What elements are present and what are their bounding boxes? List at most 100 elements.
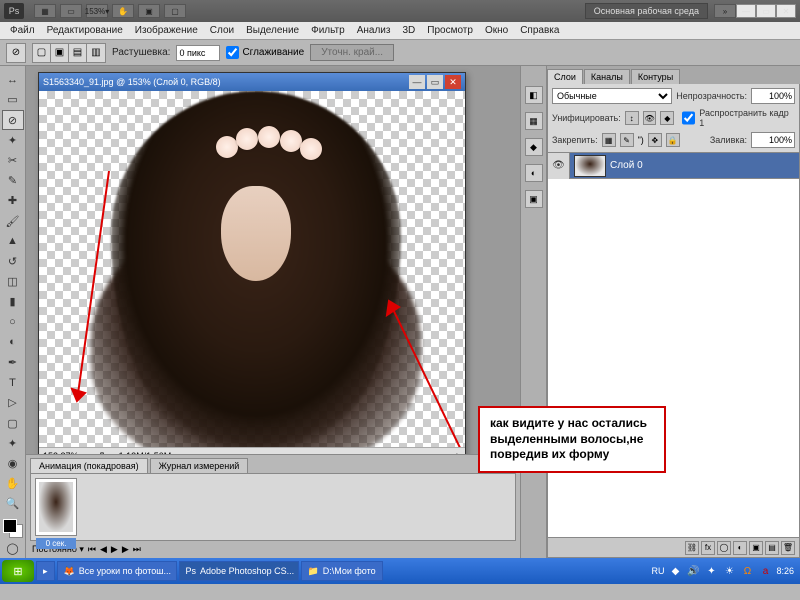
menu-edit[interactable]: Редактирование [41,23,129,38]
layer-group-icon[interactable]: ▣ [749,541,763,555]
brush-tool[interactable]: 🖌 [2,212,24,231]
maximize-button[interactable]: ▭ [756,4,776,18]
selection-intersect-icon[interactable]: ▥ [87,44,105,62]
tab-measurement-log[interactable]: Журнал измерений [150,458,249,473]
history-brush-tool[interactable]: ↺ [2,252,24,271]
tray-icon-3[interactable]: ✦ [704,564,718,578]
selection-subtract-icon[interactable]: ▤ [69,44,87,62]
rail-icon-styles[interactable]: ◆ [525,138,543,156]
close-button[interactable]: ✕ [776,4,796,18]
selection-add-icon[interactable]: ▣ [51,44,69,62]
new-layer-icon[interactable]: ▤ [765,541,779,555]
gradient-tool[interactable]: ▮ [2,292,24,311]
prev-frame-icon[interactable]: ◀ [100,544,107,555]
quickmask-toggle[interactable]: ◯ [2,539,24,558]
link-layers-icon[interactable]: ⛓ [685,541,699,555]
menu-file[interactable]: Файл [4,23,41,38]
eyedropper-tool[interactable]: ✎ [2,171,24,190]
clock[interactable]: 8:26 [776,566,794,576]
view-extras-icon[interactable]: ▭ [60,4,82,18]
zoom-tool[interactable]: 🔍 [2,494,24,513]
propagate-frame-checkbox[interactable] [682,110,695,126]
menu-window[interactable]: Окно [479,23,514,38]
dodge-tool[interactable]: ◐ [2,333,24,352]
layer-fx-icon[interactable]: fx [701,541,715,555]
pen-tool[interactable]: ✒ [2,353,24,372]
heal-tool[interactable]: ✚ [2,191,24,210]
adjustment-layer-icon[interactable]: ◐ [733,541,747,555]
animation-frame-1[interactable]: 0 сек. [35,478,77,536]
rail-icon-color[interactable]: ◧ [525,86,543,104]
menu-help[interactable]: Справка [514,23,565,38]
taskbar-item-3[interactable]: 📁D:\Мои фото [301,561,383,581]
menu-layer[interactable]: Слои [204,23,240,38]
quicklaunch-icon[interactable]: ▸ [36,561,55,581]
menu-select[interactable]: Выделение [240,23,305,38]
layer-visibility-icon[interactable]: 👁 [548,153,570,179]
lock-position-icon[interactable]: ✥ [648,133,662,147]
minimize-button[interactable]: — [736,4,756,18]
lasso-tool-icon[interactable]: ⊘ [6,43,26,63]
document-canvas[interactable] [39,91,465,447]
eraser-tool[interactable]: ◫ [2,272,24,291]
workspace-switcher[interactable]: Основная рабочая среда [585,3,708,19]
path-tool[interactable]: ▷ [2,393,24,412]
3d-tool[interactable]: ✦ [2,434,24,453]
blend-mode-dropdown[interactable]: Обычные [552,88,672,104]
tab-animation[interactable]: Анимация (покадровая) [30,458,148,473]
next-frame-icon[interactable]: ▶ [122,544,129,555]
opacity-input[interactable] [751,88,795,104]
unify-visibility-icon[interactable]: 👁 [643,111,657,125]
menu-image[interactable]: Изображение [129,23,204,38]
arrange-icon[interactable]: ▣ [138,4,160,18]
layer-row-0[interactable]: 👁 Слой 0 [548,153,799,179]
doc-minimize-button[interactable]: — [409,75,425,89]
shape-tool[interactable]: ▢ [2,414,24,433]
tab-layers[interactable]: Слои [547,69,583,84]
rail-icon-swatches[interactable]: ▦ [525,112,543,130]
lock-transparency-icon[interactable]: ▦ [602,133,616,147]
tab-channels[interactable]: Каналы [584,69,630,84]
start-button[interactable]: ⊞ [2,560,34,582]
color-swatches[interactable] [3,519,23,538]
lock-pixels-icon[interactable]: ✎ [620,133,634,147]
stamp-tool[interactable]: ▲ [2,232,24,251]
menu-3d[interactable]: 3D [396,23,421,38]
unify-position-icon[interactable]: ↕ [625,111,639,125]
zoom-level-dropdown[interactable]: 153% ▾ [86,4,108,18]
expand-icon[interactable]: » [714,4,736,18]
layer-thumbnail[interactable] [574,155,606,177]
screen-mode-icon[interactable]: ▢ [164,4,186,18]
tab-paths[interactable]: Контуры [631,69,680,84]
doc-maximize-button[interactable]: ▭ [427,75,443,89]
tray-icon-5[interactable]: Ω [740,564,754,578]
unify-style-icon[interactable]: ◆ [660,111,674,125]
antialias-check-input[interactable] [226,46,239,59]
menu-analysis[interactable]: Анализ [351,23,397,38]
fill-input[interactable] [751,132,795,148]
3d-camera-tool[interactable]: ◉ [2,454,24,473]
play-icon[interactable]: ▶ [111,544,118,555]
layer-mask-icon[interactable]: ◯ [717,541,731,555]
frame-time-label[interactable]: 0 сек. [36,538,76,549]
tray-icon-1[interactable]: ◆ [668,564,682,578]
crop-tool[interactable]: ✂ [2,151,24,170]
wand-tool[interactable]: ✦ [2,131,24,150]
fg-color-swatch[interactable] [3,519,17,533]
lang-indicator[interactable]: RU [651,566,664,576]
bridge-icon[interactable]: ▦ [34,4,56,18]
menu-view[interactable]: Просмотр [421,23,479,38]
doc-close-button[interactable]: ✕ [445,75,461,89]
layers-list[interactable]: 👁 Слой 0 [547,153,800,538]
taskbar-item-2[interactable]: PsAdobe Photoshop CS... [179,561,299,581]
move-tool[interactable]: ↔ [2,70,24,89]
tray-icon-6[interactable]: a [758,564,772,578]
feather-input[interactable] [176,45,220,61]
menu-filter[interactable]: Фильтр [305,23,351,38]
taskbar-item-1[interactable]: 🦊Все уроки по фотош... [57,561,177,581]
tray-icon-2[interactable]: 🔊 [686,564,700,578]
type-tool[interactable]: T [2,373,24,392]
refine-edge-button[interactable]: Уточн. край... [310,44,394,61]
rail-icon-masks[interactable]: ▣ [525,190,543,208]
layer-name[interactable]: Слой 0 [610,160,643,171]
